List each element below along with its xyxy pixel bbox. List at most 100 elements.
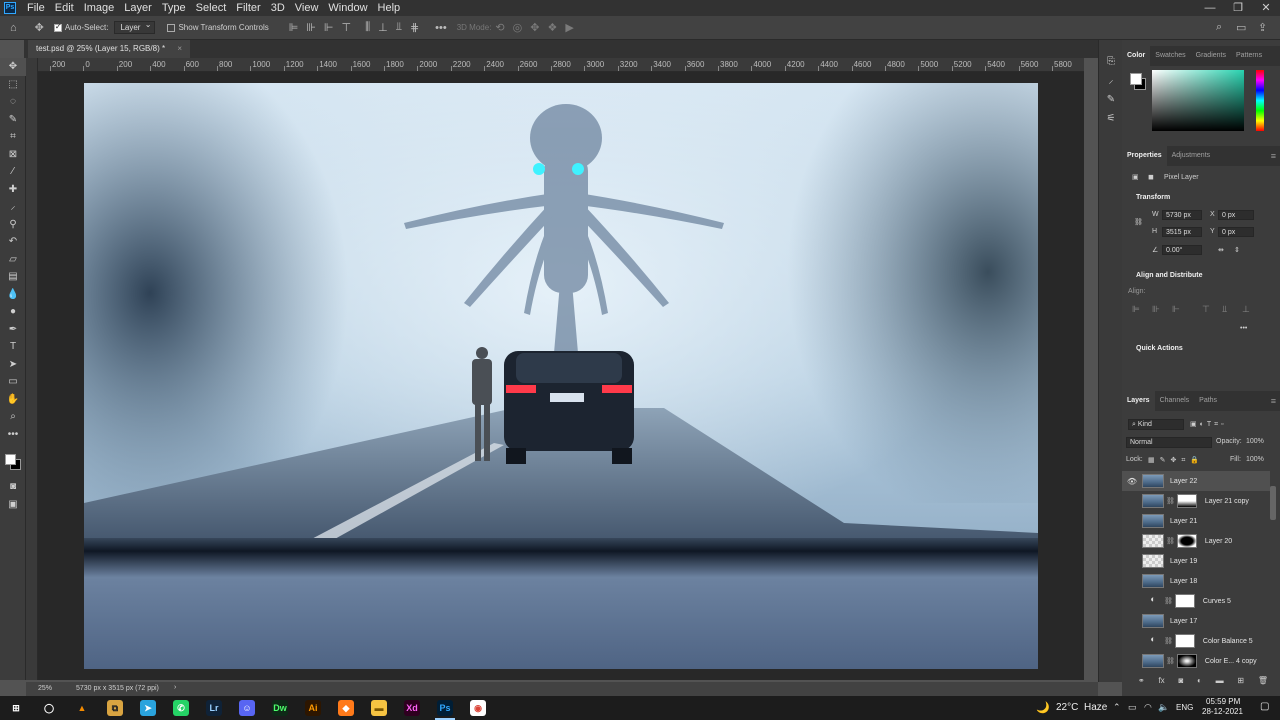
windows-start-icon[interactable]: ⊞ — [8, 700, 24, 716]
layer-thumbnail[interactable] — [1142, 514, 1164, 528]
adjustment-icon[interactable]: ◐ — [1197, 676, 1202, 690]
tab-paths[interactable]: Paths — [1194, 391, 1222, 411]
weather-desc[interactable]: Haze — [1084, 702, 1107, 713]
move-tool-icon[interactable]: ✥ — [35, 21, 44, 34]
align-horizontal-centers-icon[interactable]: ⊪ — [1152, 304, 1160, 315]
visibility-eye-icon[interactable]: 👁 — [1122, 477, 1142, 486]
flip-vertical-icon[interactable]: ⇕ — [1234, 246, 1240, 254]
menu-layer[interactable]: Layer — [119, 0, 157, 16]
align-vertical-centers-icon[interactable]: ⫫ — [1222, 304, 1227, 315]
align-center-icon[interactable]: ⊪ — [306, 21, 316, 34]
quick-mask-icon[interactable]: ◙ — [0, 478, 26, 496]
mask-link-icon[interactable]: ⛓ — [1164, 597, 1173, 605]
tab-layers[interactable]: Layers — [1122, 391, 1155, 411]
brushes-icon[interactable]: ✎ — [1099, 90, 1123, 109]
flip-horizontal-icon[interactable]: ⇹ — [1218, 246, 1224, 254]
layer-thumbnail[interactable] — [1142, 534, 1164, 548]
lock-icons[interactable]: ▦✎✥⌗🔒 — [1148, 456, 1204, 465]
cortana-icon[interactable]: ◯ — [41, 700, 57, 716]
layer-mask-thumbnail[interactable] — [1176, 534, 1197, 548]
layer-name[interactable]: Layer 21 — [1170, 518, 1197, 525]
type-tool-icon[interactable]: T — [0, 338, 26, 356]
quick-select-tool-icon[interactable]: ✎ — [0, 111, 26, 129]
align-right-edges-icon[interactable]: ⊩ — [1172, 304, 1180, 315]
system-tray-up-icon[interactable]: ⌃ — [1113, 702, 1121, 713]
layer-name[interactable]: Layer 19 — [1170, 558, 1197, 565]
mask-link-icon[interactable]: ⛓ — [1166, 657, 1175, 665]
minimize-button[interactable]: — — [1196, 0, 1224, 16]
mask-link-icon[interactable]: ⛓ — [1166, 537, 1175, 545]
layer-name[interactable]: Layer 18 — [1170, 578, 1197, 585]
volume-icon[interactable]: 🔈 — [1158, 702, 1169, 713]
hand-tool-icon[interactable]: ✋ — [0, 391, 26, 409]
align-right-icon[interactable]: ⊩ — [324, 21, 334, 34]
align-left-edges-icon[interactable]: ⊫ — [1132, 304, 1140, 315]
history-icon[interactable]: ⎘ — [1099, 52, 1123, 71]
align-bottom-edges-icon[interactable]: ⊥ — [1242, 304, 1250, 315]
menu-help[interactable]: Help — [373, 0, 406, 16]
visibility-eye-icon[interactable]: 👁 — [1122, 637, 1142, 646]
adjust-icon[interactable]: ⚟ — [1099, 109, 1123, 128]
mask-link-icon[interactable]: ⛓ — [1166, 497, 1175, 505]
weather-icon[interactable]: 🌙 — [1036, 701, 1050, 714]
marquee-tool-icon[interactable]: ⬚ — [0, 76, 26, 94]
menu-image[interactable]: Image — [79, 0, 120, 16]
fill-value[interactable]: 100% — [1246, 456, 1264, 463]
folder-icon[interactable]: ▬ — [1216, 676, 1224, 690]
quick-actions-section-title[interactable]: Quick Actions — [1136, 345, 1183, 352]
menu-file[interactable]: File — [22, 0, 50, 16]
color-picker-field[interactable] — [1152, 70, 1244, 131]
menu-type[interactable]: Type — [157, 0, 191, 16]
tab-patterns[interactable]: Patterns — [1231, 46, 1267, 66]
visibility-eye-icon[interactable]: 👁 — [1122, 597, 1142, 606]
layer-row[interactable]: 👁 ⛓ Layer 21 copy — [1122, 491, 1270, 511]
adjustment-layer-icon[interactable]: ◐ — [1146, 634, 1160, 648]
dodge-tool-icon[interactable]: ● — [0, 303, 26, 321]
vlc-icon[interactable]: ▲ — [74, 700, 90, 716]
visibility-eye-icon[interactable]: 👁 — [1122, 537, 1142, 546]
fx-icon[interactable]: fx — [1158, 676, 1164, 690]
tab-channels[interactable]: Channels — [1155, 391, 1195, 411]
clock-time[interactable]: 05:59 PM — [1206, 697, 1240, 706]
crop-tool-icon[interactable]: ⌗ — [0, 128, 26, 146]
edit-toolbar-icon[interactable]: ••• — [0, 426, 26, 444]
more-options-icon[interactable]: ••• — [435, 22, 447, 34]
align-top-icon[interactable]: ⊤ — [342, 21, 352, 34]
network-icon[interactable]: ▭ — [1128, 702, 1137, 713]
share-icon[interactable]: ⇪ — [1258, 21, 1267, 34]
illustrator-icon[interactable]: Ai — [305, 700, 321, 716]
layer-row[interactable]: 👁 ◐ ⛓ Curves 5 — [1122, 591, 1270, 611]
tab-properties[interactable]: Properties — [1122, 146, 1167, 166]
zoom-tool-icon[interactable]: ⌕ — [0, 408, 26, 426]
auto-select-checkbox[interactable] — [53, 22, 62, 32]
visibility-eye-icon[interactable]: 👁 — [1122, 617, 1142, 626]
layer-thumbnail[interactable] — [1142, 574, 1164, 588]
layer-mask-thumbnail[interactable] — [1174, 634, 1195, 648]
eraser-tool-icon[interactable]: ▱ — [0, 251, 26, 269]
align-top-edges-icon[interactable]: ⊤ — [1202, 304, 1210, 315]
layer-mask-thumbnail[interactable] — [1174, 594, 1195, 608]
home-icon[interactable]: ⌂ — [10, 22, 17, 34]
layer-mask-thumbnail[interactable] — [1176, 654, 1197, 668]
clock-date[interactable]: 28-12-2021 — [1202, 707, 1243, 716]
discord-icon[interactable]: ☺ — [239, 700, 255, 716]
clone-stamp-tool-icon[interactable]: ⚲ — [0, 216, 26, 234]
move-tool-icon[interactable]: ✥ — [0, 58, 26, 76]
gradient-tool-icon[interactable]: ▤ — [0, 268, 26, 286]
menu-select[interactable]: Select — [191, 0, 232, 16]
y-field[interactable]: 0 px — [1218, 227, 1254, 237]
menu-edit[interactable]: Edit — [50, 0, 79, 16]
layer-name[interactable]: Layer 21 copy — [1205, 498, 1249, 505]
language-indicator[interactable]: ENG — [1176, 703, 1193, 712]
wifi-icon[interactable]: ◠ — [1144, 702, 1152, 713]
angle-field[interactable]: 0.00° — [1162, 245, 1202, 255]
width-field[interactable]: 5730 px — [1162, 210, 1202, 220]
visibility-eye-icon[interactable]: 👁 — [1122, 657, 1142, 666]
layer-thumbnail[interactable] — [1142, 494, 1164, 508]
search-icon[interactable]: ⌕ — [1216, 21, 1222, 34]
restore-button[interactable]: ❐ — [1224, 0, 1252, 16]
xd-icon[interactable]: Xd — [404, 700, 420, 716]
lightroom-icon[interactable]: Lr — [206, 700, 222, 716]
blend-mode-dropdown[interactable]: Normal — [1126, 437, 1212, 448]
menu-3d[interactable]: 3D — [266, 0, 290, 16]
